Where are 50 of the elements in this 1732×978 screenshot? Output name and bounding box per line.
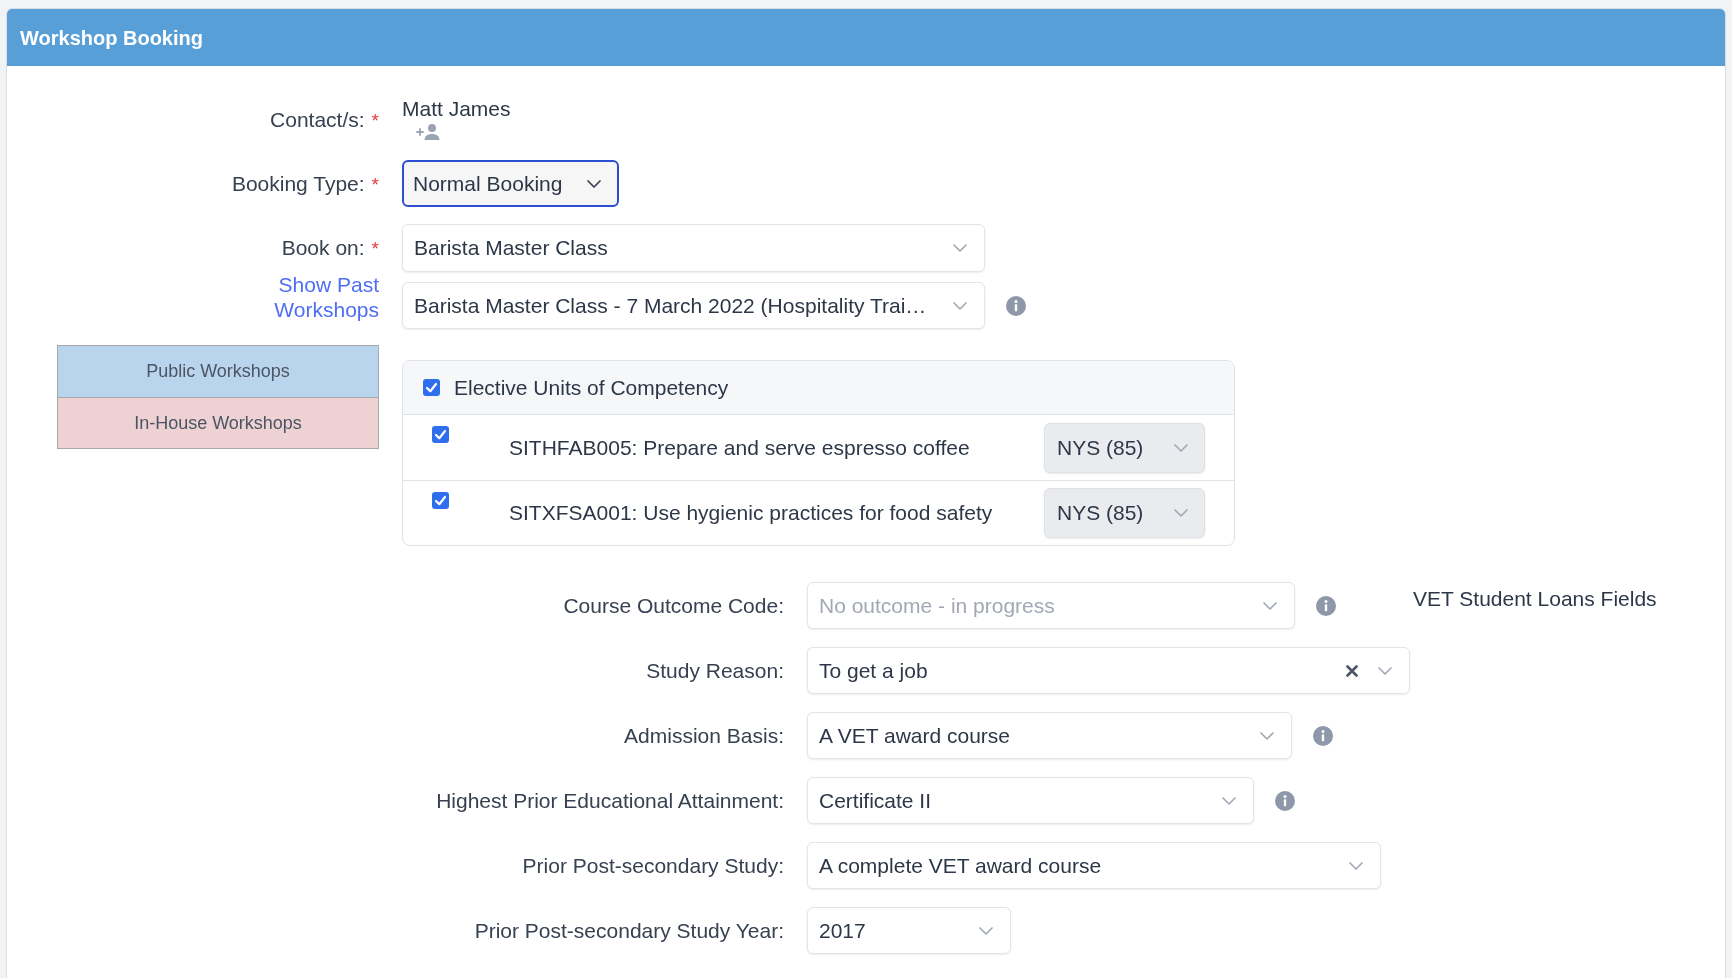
field-label: Study Reason:: [646, 658, 784, 683]
booking-type-dropdown[interactable]: Normal Booking: [402, 160, 619, 207]
field-label: Prior Post-secondary Study Year:: [474, 918, 784, 943]
chevron-down-icon: [1263, 601, 1277, 610]
chevron-down-icon: [1349, 861, 1363, 870]
required-mark: *: [371, 172, 379, 197]
outcome-dropdown[interactable]: NYS (85): [1044, 488, 1205, 538]
dropdown-field[interactable]: 2017: [807, 907, 1011, 954]
checkbox[interactable]: [432, 426, 449, 443]
chevron-down-icon: [953, 301, 967, 310]
dropdown-field[interactable]: A VET award course: [807, 712, 1292, 759]
workshop-tab[interactable]: In-House Workshops: [58, 397, 378, 448]
chevron-down-icon: [1174, 509, 1188, 517]
chevron-down-icon: [587, 179, 601, 188]
field-label: Contact/s:: [270, 107, 365, 132]
outcome-dropdown[interactable]: NYS (85): [1044, 422, 1205, 473]
unit-name: SITHFAB005: Prepare and serve espresso coffee: [509, 434, 971, 461]
section-heading: VET Student Loans Fields: [1413, 586, 1657, 612]
chevron-down-icon: [1174, 443, 1188, 452]
field-label: Booking Type:: [231, 170, 365, 196]
dropdown-field[interactable]: A complete VET award course: [807, 842, 1381, 889]
info-icon[interactable]: [1006, 295, 1026, 316]
chevron-down-icon: [1222, 796, 1236, 805]
chevron-down-icon: [1260, 731, 1274, 740]
field-label: Book on:: [281, 235, 365, 260]
dropdown-field[interactable]: To get a job: [807, 647, 1410, 694]
unit-name: SITXFSA001: Use hygienic practices for food safety: [509, 500, 994, 527]
contact-name: Matt James: [402, 96, 511, 121]
workshop-tab[interactable]: Public Workshops: [58, 346, 378, 397]
checkbox[interactable]: [423, 379, 440, 396]
info-icon[interactable]: [1275, 790, 1295, 811]
field-label: Prior Post-secondary Study:: [522, 853, 784, 878]
add-person-icon[interactable]: [416, 124, 440, 140]
field-label: Highest Prior Educational Attainment:: [436, 788, 784, 813]
chevron-down-icon: [953, 244, 967, 252]
dropdown-field[interactable]: Certificate II: [807, 777, 1254, 824]
info-icon[interactable]: [1313, 725, 1333, 746]
chevron-down-icon: [1378, 666, 1392, 675]
checkbox[interactable]: [432, 492, 449, 509]
required-mark: *: [371, 109, 379, 133]
chevron-down-icon: [979, 926, 993, 935]
required-mark: *: [371, 237, 379, 261]
panel-title: Workshop Booking: [20, 25, 203, 51]
course-dropdown[interactable]: Barista Master Class: [402, 224, 985, 272]
show-past-workshops-link[interactable]: Show Past Workshops: [259, 272, 379, 322]
workshop-dropdown[interactable]: Barista Master Class - 7 March 2022 (Hospitality Trai…: [402, 282, 985, 329]
clear-icon[interactable]: [1346, 664, 1358, 677]
field-label: Course Outcome Code:: [563, 593, 784, 618]
field-label: Admission Basis:: [624, 723, 784, 748]
elective-units-heading: Elective Units of Competency: [454, 374, 729, 401]
